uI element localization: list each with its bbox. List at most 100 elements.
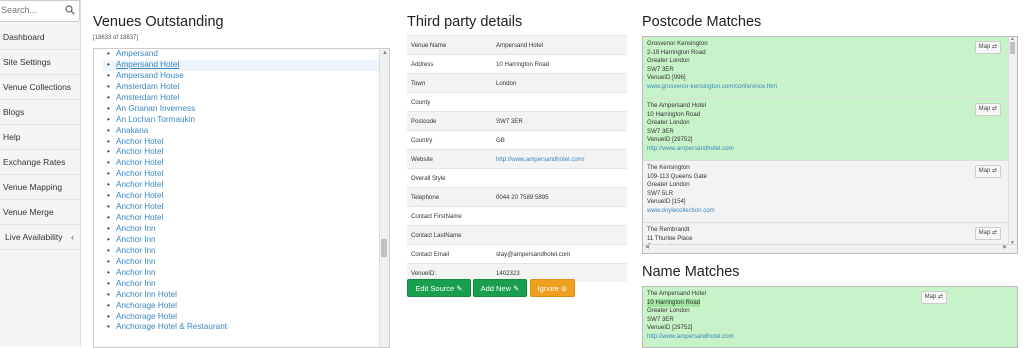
edit-source-button[interactable]: Edit Source ✎: [407, 279, 471, 297]
venue-list-item[interactable]: Anchor Hotel: [103, 213, 383, 224]
venue-list-item[interactable]: Anchor Inn Hotel: [103, 290, 383, 301]
venue-list-item[interactable]: Anchor Inn: [103, 246, 383, 257]
venue-list-item[interactable]: Anchorage Hotel: [103, 312, 383, 323]
venue-list-item[interactable]: Ampersand Hotel: [103, 59, 383, 71]
match-town: Greater London: [647, 307, 690, 315]
sidebar-item-blogs[interactable]: Blogs: [0, 100, 80, 125]
table-row: Contact LastName: [407, 225, 627, 245]
website-link[interactable]: http://www.ampersandhotel.com/: [492, 149, 627, 169]
map-label: Map: [924, 294, 937, 300]
sidebar-item-help[interactable]: Help: [0, 125, 80, 150]
postcode-matches-scrollbar[interactable]: ▲ ▼: [1008, 37, 1017, 246]
swap-icon: ⇄: [936, 294, 943, 300]
map-button[interactable]: Map ⇄: [974, 41, 1001, 54]
postcode-match-list: Grosvenor Kensington 2-19 Harrington Road…: [643, 37, 1017, 253]
venue-list-item[interactable]: Anchorage Hotel & Restaurant: [103, 322, 383, 333]
match-card[interactable]: The Ampersand Hotel 10 Harrington Road Gre…: [643, 287, 1017, 347]
venue-list-box[interactable]: AmpersandAmpersand HotelAmpersand HouseA…: [93, 48, 390, 348]
search-icon[interactable]: [65, 5, 75, 15]
venue-list-item[interactable]: Ampersand House: [103, 71, 383, 82]
table-row: Telephone 0044 20 7589 5895: [407, 187, 627, 207]
venue-list-item[interactable]: Anchor Hotel: [103, 202, 383, 213]
sidebar-item-venue-merge[interactable]: Venue Merge: [0, 200, 80, 225]
venue-list-item[interactable]: Anchorage Hotel: [103, 301, 383, 312]
scroll-up-icon[interactable]: ▲: [382, 50, 388, 56]
venue-list-item[interactable]: Anchor Inn: [103, 268, 383, 279]
match-town: Greater London: [647, 57, 690, 65]
match-card[interactable]: Grosvenor Kensington 2-19 Harrington Road…: [643, 37, 1017, 99]
venue-list-item[interactable]: Anchor Inn: [103, 279, 383, 290]
field-label: Address: [407, 54, 492, 74]
map-button[interactable]: Map ⇄: [974, 165, 1001, 178]
table-row: Town London: [407, 73, 627, 93]
field-value: GB: [492, 130, 627, 150]
postcode-matches-box[interactable]: Grosvenor Kensington 2-19 Harrington Road…: [642, 36, 1018, 254]
scroll-right-icon[interactable]: ▶: [1003, 244, 1007, 250]
venue-list-item[interactable]: Amsterdam Hotel: [103, 82, 383, 93]
sidebar-item-site-settings[interactable]: Site Settings: [0, 50, 80, 75]
venue-list-item[interactable]: Anchor Inn: [103, 224, 383, 235]
postcode-matches-hscrollbar[interactable]: ◀ ▶: [643, 244, 1017, 253]
field-value: [492, 168, 627, 188]
sidebar-item-dashboard[interactable]: Dashboard: [0, 25, 80, 50]
match-address: 109-113 Queens Gate: [647, 172, 707, 180]
search-box[interactable]: [0, 0, 80, 22]
venue-list-item[interactable]: Ampersand: [103, 49, 383, 60]
map-button[interactable]: Map ⇄: [974, 103, 1001, 116]
venue-list-item[interactable]: Anchor Hotel: [103, 169, 383, 180]
venue-list-item[interactable]: Anchor Inn: [103, 257, 383, 268]
scrollbar-thumb[interactable]: [1010, 42, 1015, 54]
table-row: Contact FirstName: [407, 206, 627, 226]
match-name: The Ampersand Hotel: [647, 290, 706, 297]
field-label: County: [407, 92, 492, 112]
table-row: Venue Name Ampersand Hotel: [407, 35, 627, 55]
field-value: [492, 206, 627, 226]
swap-icon: ⇄: [990, 230, 997, 236]
match-postcode: SW7 3ER: [647, 65, 674, 73]
match-address: 2-19 Harrington Road: [647, 48, 706, 56]
name-matches-box[interactable]: The Ampersand Hotel 10 Harrington Road Gre…: [642, 286, 1018, 348]
venue-list-item[interactable]: Anchor Hotel: [103, 180, 383, 191]
postcode-matches-title: Postcode Matches: [642, 14, 762, 30]
venue-list-item[interactable]: Amsterdam Hotel: [103, 93, 383, 104]
match-url[interactable]: http://www.ampersandhotel.com: [647, 333, 1013, 342]
match-card[interactable]: The Ampersand Hotel 10 Harrington Road Gre…: [643, 99, 1017, 161]
ignore-button[interactable]: Ignore ⊘: [530, 279, 575, 297]
scroll-left-icon[interactable]: ◀: [645, 244, 649, 250]
field-label: Website: [407, 149, 492, 169]
swap-icon: ⇄: [990, 168, 997, 174]
venue-list-item[interactable]: Anchor Inn: [103, 235, 383, 246]
third-party-table: Venue Name Ampersand Hotel Address 10 Harri…: [407, 35, 627, 282]
search-input[interactable]: [1, 3, 59, 17]
venue-list-item[interactable]: Anakana: [103, 126, 383, 137]
venue-list-item[interactable]: An Lochan Tormaukin: [103, 115, 383, 126]
venue-list-item[interactable]: Anchor Hotel: [103, 137, 383, 148]
scrollbar-thumb[interactable]: [381, 239, 387, 257]
sidebar-item-venue-collections[interactable]: Venue Collections: [0, 75, 80, 100]
match-venue-id: VenueID [996]: [647, 74, 686, 82]
field-value: London: [492, 73, 627, 93]
match-address: 10 Harrington Road: [647, 110, 701, 118]
sidebar-item-label: Venue Mapping: [3, 182, 63, 192]
sidebar-item-venue-mapping[interactable]: Venue Mapping: [0, 175, 80, 200]
map-button[interactable]: Map ⇄: [974, 227, 1001, 240]
venue-list-scrollbar[interactable]: ▲: [379, 49, 389, 347]
map-button[interactable]: Map ⇄: [920, 291, 947, 304]
match-card[interactable]: The Kensington 109-113 Queens Gate Greater…: [643, 161, 1017, 223]
match-url[interactable]: www.doylecollection.com: [647, 207, 1013, 216]
sidebar-item-label: Exchange Rates: [3, 157, 66, 167]
match-name: The Kensington: [647, 164, 690, 171]
match-postcode: SW7 5LR: [647, 189, 674, 197]
match-url[interactable]: http://www.ampersandhotel.com: [647, 145, 1013, 154]
sidebar-item-live-availability[interactable]: Live Availability ‹: [0, 225, 80, 250]
venue-list-item[interactable]: Anchor Hotel: [103, 147, 383, 158]
add-new-button[interactable]: Add New ✎: [473, 279, 527, 297]
venue-list-item[interactable]: Anchor Hotel: [103, 158, 383, 169]
match-town: Greater London: [647, 181, 690, 189]
edit-icon: ✎: [456, 284, 463, 293]
sidebar-item-exchange-rates[interactable]: Exchange Rates: [0, 150, 80, 175]
match-url[interactable]: www.grosvenor-kensington.com/conference.…: [647, 83, 1013, 92]
venue-list-item[interactable]: An Grianan Inverness: [103, 104, 383, 115]
sidebar-item-label: Live Availability: [5, 232, 63, 242]
venue-list-item[interactable]: Anchor Hotel: [103, 191, 383, 202]
